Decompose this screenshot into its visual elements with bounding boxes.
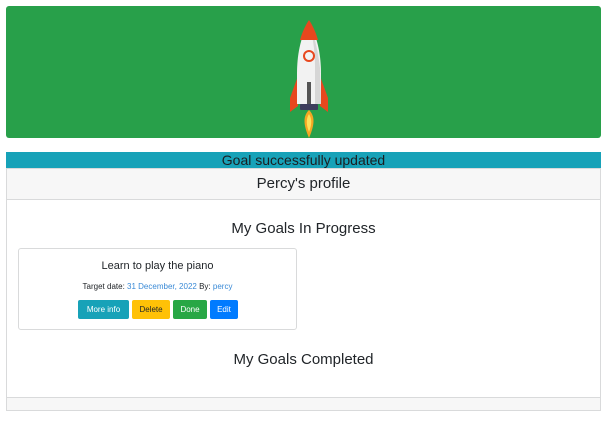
hero-banner [6,6,601,138]
by-label: By: [199,282,211,291]
goal-card: Learn to play the piano Target date: 31 … [18,248,297,330]
done-button[interactable]: Done [173,300,207,319]
author-link[interactable]: percy [213,282,233,291]
target-date-value: 31 December, 2022 [127,282,197,291]
rocket-icon [290,20,328,138]
profile-footer [7,397,600,410]
goals-completed-title: My Goals Completed [233,351,374,368]
goal-title: Learn to play the piano [101,260,214,272]
target-date-label: Target date: [82,282,125,291]
goals-in-progress-title: My Goals In Progress [231,220,376,237]
delete-button[interactable]: Delete [132,300,170,319]
success-alert: Goal successfully updated [6,152,601,168]
profile-card: Percy's profile My Goals In Progress Lea… [6,168,601,411]
profile-header: Percy's profile [7,169,600,200]
goal-meta: Target date: 31 December, 2022 By: percy [19,282,296,291]
more-info-button[interactable]: More info [78,300,129,319]
edit-button[interactable]: Edit [210,300,238,319]
goal-actions: More info Delete Done Edit [78,300,238,319]
